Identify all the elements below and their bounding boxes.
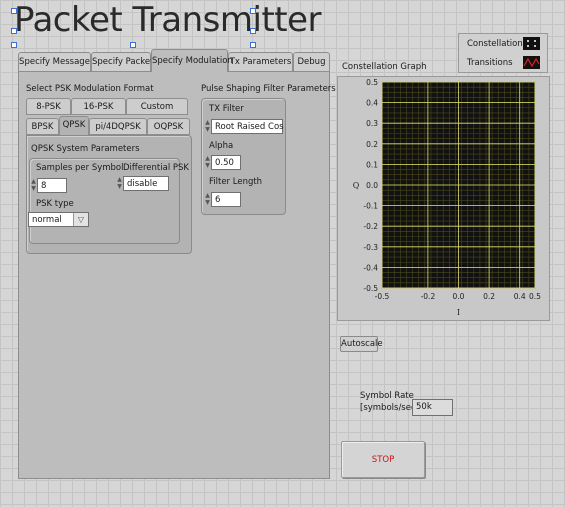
samples-per-symbol-label: Samples per Symbol <box>36 163 124 173</box>
y-axis-label: Q <box>353 181 360 190</box>
x-tick-label: 0.5 <box>529 292 541 301</box>
psk-type-select[interactable]: normal ▽ <box>28 212 89 227</box>
subtab-bpsk[interactable]: BPSK <box>26 118 59 135</box>
plot-legend[interactable]: Constellation Transitions <box>458 33 548 73</box>
symbol-rate-label-line2: [symbols/sec] <box>360 403 419 413</box>
y-tick-label: 0.1 <box>366 160 378 169</box>
y-tick-label: 0.5 <box>366 78 378 87</box>
subtab-16psk[interactable]: 16-PSK <box>71 98 126 115</box>
subtab-qpsk[interactable]: QPSK <box>59 116 89 135</box>
page-title: Packet Transmitter <box>14 0 322 40</box>
alpha-input[interactable]: 0.50 <box>211 155 241 170</box>
differential-psk-label: Differential PSK <box>123 163 189 173</box>
symbol-rate-input[interactable]: 50k <box>412 399 453 416</box>
selection-handle <box>250 8 256 14</box>
symbol-rate-label: Symbol Rate [symbols/sec] <box>360 390 419 414</box>
tab-specify-modulation[interactable]: Specify Modulation <box>151 49 233 72</box>
tab-debug[interactable]: Debug <box>293 52 330 71</box>
filter-length-label: Filter Length <box>209 177 263 187</box>
tab-specify-message[interactable]: Specify Message <box>18 52 91 71</box>
x-tick-label: -0.2 <box>421 292 436 301</box>
y-tick-label: -0.4 <box>363 263 378 272</box>
filter-length-input[interactable]: 6 <box>211 192 241 207</box>
psk-type-value: normal <box>32 215 62 225</box>
stop-button[interactable]: STOP <box>341 441 425 478</box>
y-tick-label: -0.3 <box>363 243 378 252</box>
tx-filter-label: TX Filter <box>209 104 244 114</box>
x-axis-label: I <box>457 308 460 317</box>
psk-type-label: PSK type <box>36 199 74 209</box>
samples-per-symbol-input[interactable]: 8 <box>37 178 67 193</box>
y-tick-label: 0.2 <box>366 140 378 149</box>
y-tick-label: -0.1 <box>363 202 378 211</box>
selection-handle <box>130 42 136 48</box>
samples-stepper[interactable]: ▲ ▼ <box>30 178 37 193</box>
y-tick-label: 0.3 <box>366 119 378 128</box>
constellation-plot-svg: 0.50.40.30.20.10.0-0.1-0.2-0.3-0.4-0.5-0… <box>353 78 541 317</box>
subtab-oqpsk[interactable]: OQPSK <box>147 118 190 135</box>
y-tick-label: 0.0 <box>366 181 378 190</box>
x-tick-label: 0.4 <box>514 292 526 301</box>
dropdown-arrow-icon[interactable]: ▽ <box>73 213 88 226</box>
subtab-pi4dqpsk[interactable]: pi/4DQPSK <box>89 118 147 135</box>
line-icon <box>523 56 540 69</box>
y-tick-label: 0.4 <box>366 99 378 108</box>
tx-filter-stepper[interactable]: ▲ ▼ <box>204 119 211 134</box>
filter-length-stepper[interactable]: ▲ ▼ <box>204 192 211 207</box>
legend-transitions-label: Transitions <box>467 58 513 68</box>
psk-format-tabs: 8-PSK 16-PSK Custom BPSK QPSK pi/4DQPSK … <box>26 98 196 258</box>
selection-handle <box>11 42 17 48</box>
x-tick-label: -0.5 <box>375 292 390 301</box>
qpsk-params-box: Samples per Symbol ▲ ▼ 8 Differential PSK… <box>28 158 189 244</box>
dots-icon <box>523 37 540 50</box>
subtab-custom[interactable]: Custom <box>126 98 188 115</box>
modulation-tab-panel: Select PSK Modulation Format 8-PSK 16-PS… <box>18 71 336 479</box>
subtab-8psk[interactable]: 8-PSK <box>26 98 71 115</box>
tab-tx-parameters[interactable]: Tx Parameters <box>228 52 293 71</box>
autoscale-button[interactable]: Autoscale <box>340 336 383 352</box>
y-tick-label: -0.2 <box>363 222 378 231</box>
legend-constellation-label: Constellation <box>467 39 523 49</box>
pulse-shaping-label: Pulse Shaping Filter Parameters <box>201 84 336 94</box>
differential-stepper[interactable]: ▲ ▼ <box>116 176 123 191</box>
x-tick-label: 0.0 <box>453 292 465 301</box>
symbol-rate-label-line1: Symbol Rate <box>360 391 414 401</box>
differential-psk-input[interactable]: disable <box>123 176 169 191</box>
qpsk-group-label: QPSK System Parameters <box>31 144 140 154</box>
alpha-stepper[interactable]: ▲ ▼ <box>204 155 211 170</box>
selection-handle <box>11 8 17 14</box>
graph-label: Constellation Graph <box>342 62 427 72</box>
tx-filter-input[interactable]: Root Raised Cos <box>211 119 284 134</box>
constellation-graph[interactable]: 0.5 0.4 0.3 0.2 0.1 0.0 -0.1 -0.2 -0.3 -0.4 -0.5 -0… <box>337 76 550 321</box>
x-tick-label: 0.2 <box>483 292 495 301</box>
alpha-label: Alpha <box>209 141 234 151</box>
qpsk-parameters-panel: QPSK System Parameters Samples per Symbo… <box>26 135 192 254</box>
selection-handle <box>250 42 256 48</box>
selection-handle <box>250 28 256 34</box>
psk-format-label: Select PSK Modulation Format <box>26 84 154 94</box>
pulse-shaping-panel: TX Filter ▲ ▼ Root Raised Cos Alpha ▲ ▼ 0.… <box>201 98 286 215</box>
selection-handle <box>11 28 17 34</box>
tab-specify-packet[interactable]: Specify Packet <box>91 52 153 71</box>
